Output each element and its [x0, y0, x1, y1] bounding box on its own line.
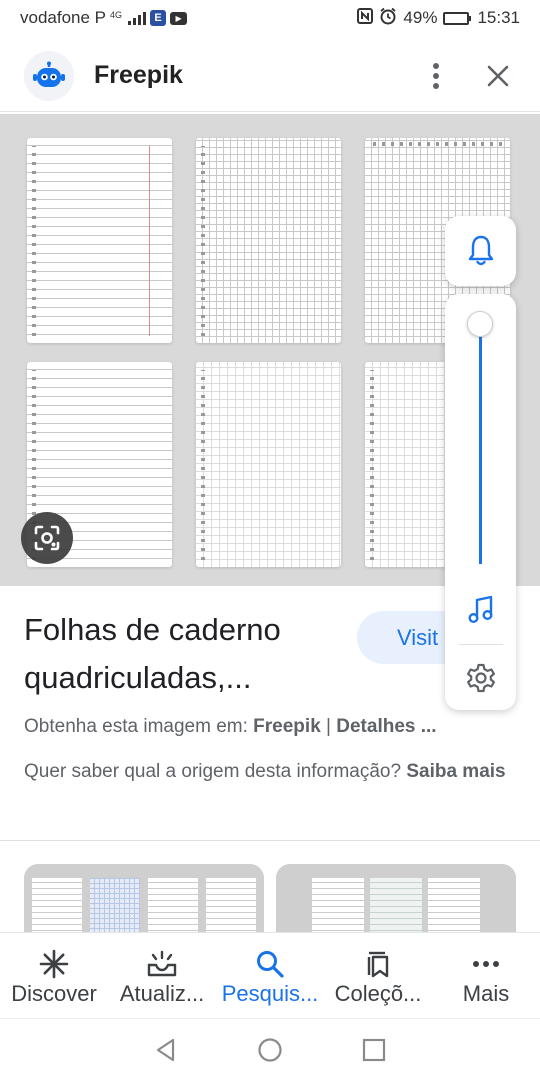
nav-label: Atualiz... — [119, 981, 205, 1006]
carrier-name: vodafone P — [20, 8, 107, 27]
signal-icon — [128, 11, 147, 25]
recents-square-icon[interactable] — [361, 1037, 387, 1063]
nav-more[interactable]: Mais — [432, 933, 540, 1018]
updates-inbox-icon — [146, 949, 178, 979]
gear-icon[interactable] — [465, 662, 497, 694]
nav-discover[interactable]: Discover — [0, 933, 108, 1018]
volume-slider-thumb[interactable] — [467, 311, 493, 337]
nav-label: Coleçõ... — [334, 981, 422, 1006]
lens-icon — [34, 525, 60, 551]
music-note-icon[interactable] — [465, 594, 497, 626]
source-line: Obtenha esta imagem em: Freepik | Detalh… — [24, 716, 524, 738]
details-link[interactable]: Detalhes ... — [336, 716, 436, 737]
status-left: vodafone P 4G E ▶ — [20, 8, 188, 28]
source-header: Freepik — [0, 40, 540, 112]
battery-icon — [443, 11, 472, 25]
learn-more-link[interactable]: Saiba mais — [406, 761, 505, 782]
nav-label: Discover — [11, 981, 97, 1006]
google-lens-button[interactable] — [21, 512, 73, 564]
back-triangle-icon[interactable] — [153, 1037, 179, 1063]
notebook-sheet-dotted — [196, 362, 341, 567]
clock: 15:31 — [477, 8, 520, 27]
source-site-link[interactable]: Freepik — [253, 716, 321, 737]
ring-volume-button[interactable] — [445, 216, 516, 286]
alarm-icon — [379, 7, 397, 30]
result-title[interactable]: Folhas de caderno quadriculadas,... — [24, 606, 344, 702]
origin-info: Quer saber qual a origem desta informaçã… — [24, 756, 514, 787]
volume-divider — [459, 644, 503, 645]
bottom-nav: Discover Atualiz... Pesquis... Coleçõ...… — [0, 932, 540, 1018]
collections-icon — [363, 949, 393, 979]
source-separator: | — [320, 716, 337, 737]
notebook-sheet-lined — [27, 138, 172, 343]
nfc-icon — [357, 7, 374, 29]
nav-updates[interactable]: Atualiz... — [108, 933, 216, 1018]
asterisk-icon — [39, 949, 69, 979]
search-icon — [255, 949, 285, 979]
nav-label: Pesquis... — [221, 981, 319, 1006]
youtube-icon: ▶ — [170, 11, 188, 25]
status-right: 49% 15:31 — [357, 7, 520, 30]
divider — [0, 840, 540, 841]
origin-question: Quer saber qual a origem desta informaçã… — [24, 761, 407, 782]
more-horiz-icon — [471, 949, 501, 979]
media-volume-panel — [445, 294, 516, 710]
battery-percent: 49% — [403, 8, 438, 27]
site-name[interactable]: Freepik — [94, 61, 183, 90]
notebook-sheet-grid — [196, 138, 341, 343]
network-type: 4G — [110, 10, 123, 20]
home-circle-icon[interactable] — [257, 1037, 283, 1063]
close-icon[interactable] — [480, 58, 516, 94]
source-prefix: Obtenha esta imagem em: — [24, 716, 254, 737]
status-bar: vodafone P 4G E ▶ 49% 15:31 — [0, 0, 540, 36]
freepik-robot-logo[interactable] — [24, 50, 74, 101]
nav-collections[interactable]: Coleçõ... — [324, 933, 432, 1018]
more-vert-icon[interactable] — [418, 58, 454, 94]
volume-slider-track[interactable] — [479, 324, 482, 564]
nav-search[interactable]: Pesquis... — [216, 933, 324, 1018]
system-nav-bar — [0, 1018, 540, 1080]
bell-icon — [468, 235, 493, 266]
nav-label: Mais — [462, 981, 510, 1006]
news-app-icon: E — [150, 10, 167, 26]
